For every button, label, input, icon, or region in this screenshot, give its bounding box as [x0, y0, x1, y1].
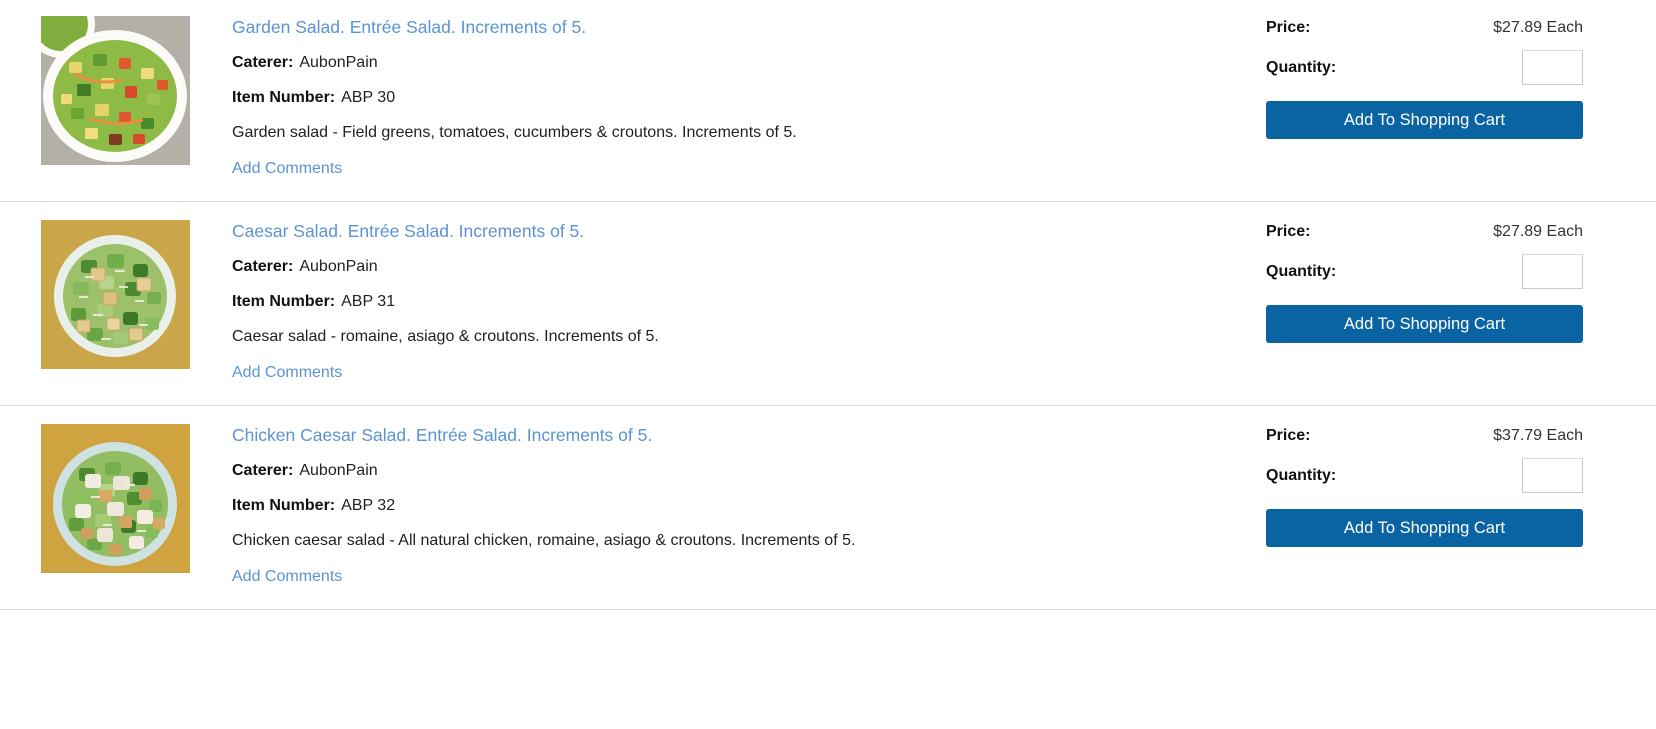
- quantity-label: Quantity:: [1266, 262, 1337, 280]
- product-row: Garden Salad. Entrée Salad. Increments o…: [0, 0, 1656, 202]
- product-description: Garden salad - Field greens, tomatoes, c…: [232, 124, 797, 141]
- product-title-link[interactable]: Chicken Caesar Salad. Entrée Salad. Incr…: [232, 424, 652, 446]
- product-image-cell: [0, 422, 232, 573]
- quantity-input[interactable]: [1522, 50, 1583, 85]
- caterer-line: Caterer: AubonPain: [232, 256, 1246, 277]
- price-label: Price:: [1266, 427, 1311, 444]
- add-to-cart-button[interactable]: Add To Shopping Cart: [1266, 101, 1583, 139]
- item-number-line: Item Number: ABP 30: [232, 87, 1246, 108]
- caterer-line: Caterer: AubonPain: [232, 52, 1246, 73]
- product-image-cell: [0, 218, 232, 369]
- item-number-line: Item Number: ABP 31: [232, 291, 1246, 312]
- quantity-row: Quantity:: [1266, 254, 1583, 289]
- quantity-label: Quantity:: [1266, 58, 1337, 76]
- product-purchase-cell: Price: $37.79 Each Quantity: Add To Shop…: [1266, 422, 1656, 547]
- caterer-value: AubonPain: [299, 462, 378, 479]
- product-info-cell: Chicken Caesar Salad. Entrée Salad. Incr…: [232, 422, 1266, 587]
- price-row: Price: $27.89 Each: [1266, 17, 1583, 39]
- product-purchase-cell: Price: $27.89 Each Quantity: Add To Shop…: [1266, 218, 1656, 343]
- add-to-cart-button[interactable]: Add To Shopping Cart: [1266, 305, 1583, 343]
- product-title-link[interactable]: Caesar Salad. Entrée Salad. Increments o…: [232, 220, 584, 242]
- price-label: Price:: [1266, 223, 1311, 240]
- product-row: Chicken Caesar Salad. Entrée Salad. Incr…: [0, 406, 1656, 610]
- chicken-caesar-salad-image: [41, 424, 190, 573]
- price-label: Price:: [1266, 19, 1311, 36]
- product-thumbnail-chicken-caesar-salad[interactable]: [41, 424, 190, 573]
- product-info-cell: Caesar Salad. Entrée Salad. Increments o…: [232, 218, 1266, 383]
- product-thumbnail-garden-salad[interactable]: [41, 16, 190, 165]
- product-thumbnail-caesar-salad[interactable]: [41, 220, 190, 369]
- product-catalog-list: Garden Salad. Entrée Salad. Increments o…: [0, 0, 1656, 610]
- caterer-value: AubonPain: [299, 54, 378, 71]
- add-comments-link[interactable]: Add Comments: [232, 159, 342, 179]
- quantity-input[interactable]: [1522, 254, 1583, 289]
- add-comments-link[interactable]: Add Comments: [232, 567, 342, 587]
- product-purchase-cell: Price: $27.89 Each Quantity: Add To Shop…: [1266, 14, 1656, 139]
- item-number-value: ABP 32: [341, 497, 396, 514]
- item-number-label: Item Number:: [232, 497, 336, 514]
- item-number-label: Item Number:: [232, 89, 336, 106]
- price-row: Price: $27.89 Each: [1266, 221, 1583, 243]
- product-row: Caesar Salad. Entrée Salad. Increments o…: [0, 202, 1656, 406]
- quantity-row: Quantity:: [1266, 458, 1583, 493]
- caterer-label: Caterer:: [232, 258, 294, 275]
- caterer-line: Caterer: AubonPain: [232, 460, 1246, 481]
- price-value: $27.89 Each: [1493, 223, 1583, 240]
- add-to-cart-button[interactable]: Add To Shopping Cart: [1266, 509, 1583, 547]
- quantity-input[interactable]: [1522, 458, 1583, 493]
- item-number-line: Item Number: ABP 32: [232, 495, 1246, 516]
- product-image-cell: [0, 14, 232, 165]
- price-value: $27.89 Each: [1493, 19, 1583, 36]
- item-number-value: ABP 31: [341, 293, 396, 310]
- caterer-label: Caterer:: [232, 54, 294, 71]
- quantity-label: Quantity:: [1266, 466, 1337, 484]
- product-description: Caesar salad - romaine, asiago & crouton…: [232, 328, 659, 345]
- garden-salad-image: [41, 16, 190, 165]
- price-value: $37.79 Each: [1493, 427, 1583, 444]
- product-info-cell: Garden Salad. Entrée Salad. Increments o…: [232, 14, 1266, 179]
- quantity-row: Quantity:: [1266, 50, 1583, 85]
- item-number-label: Item Number:: [232, 293, 336, 310]
- add-comments-link[interactable]: Add Comments: [232, 363, 342, 383]
- caterer-value: AubonPain: [299, 258, 378, 275]
- caterer-label: Caterer:: [232, 462, 294, 479]
- product-title-link[interactable]: Garden Salad. Entrée Salad. Increments o…: [232, 16, 586, 38]
- item-number-value: ABP 30: [341, 89, 396, 106]
- caesar-salad-image: [41, 220, 190, 369]
- product-description: Chicken caesar salad - All natural chick…: [232, 532, 856, 549]
- price-row: Price: $37.79 Each: [1266, 425, 1583, 447]
